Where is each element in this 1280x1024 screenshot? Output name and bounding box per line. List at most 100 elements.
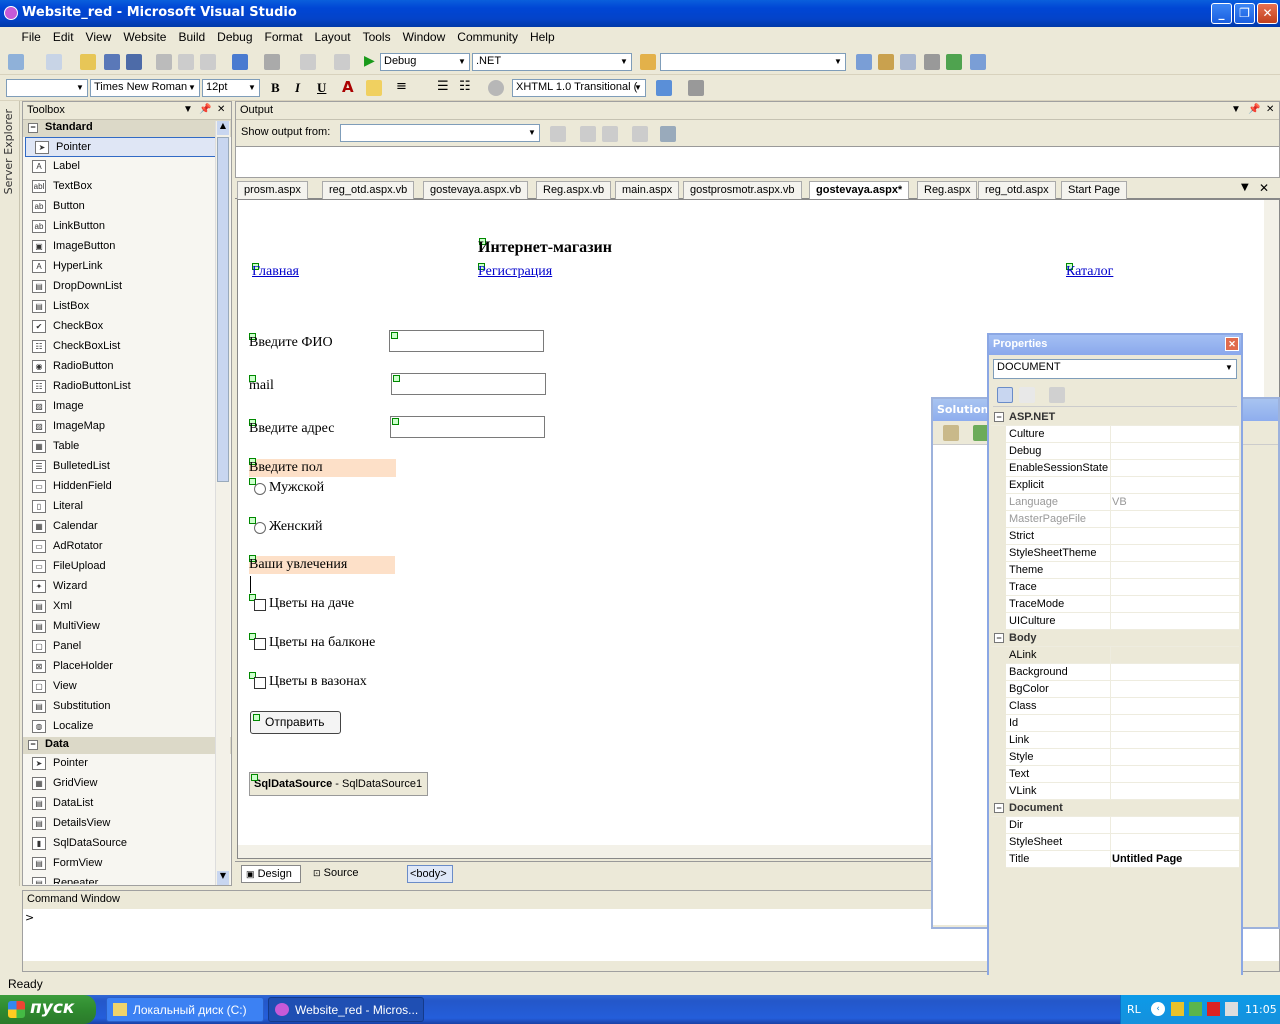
back-color-icon[interactable] <box>366 80 382 96</box>
link-catalog[interactable]: Каталог <box>1066 264 1113 280</box>
clear-all-icon[interactable] <box>632 126 648 142</box>
toolbox-section-standard[interactable]: − Standard <box>23 120 231 137</box>
block-format-select[interactable]: ▼ <box>6 79 88 97</box>
doc-tab-8[interactable]: reg_otd.aspx <box>978 181 1056 199</box>
toolbox-item-sqldatasource[interactable]: ▮ SqlDataSource <box>23 834 231 854</box>
design-view-tab[interactable]: ▣ Design <box>241 865 301 883</box>
toolbox-item-xml[interactable]: ▤ Xml <box>23 597 231 617</box>
toolbox-item-repeater[interactable]: ▤ Repeater <box>23 874 231 884</box>
language-indicator[interactable]: RL <box>1127 1003 1141 1016</box>
add-item-icon[interactable] <box>46 54 62 70</box>
sqldatasource-control[interactable]: SqlDataSource - SqlDataSource1 <box>249 772 428 796</box>
toolbox-item-datalist[interactable]: ▤ DataList <box>23 794 231 814</box>
menu-edit[interactable]: Edit <box>47 27 80 44</box>
show-all-files-icon[interactable] <box>943 425 959 441</box>
menu-format[interactable]: Format <box>259 27 309 44</box>
numbering-icon[interactable]: ☷ <box>459 79 471 94</box>
toolbox-item-wizard[interactable]: ✦ Wizard <box>23 577 231 597</box>
link-icon[interactable] <box>488 80 504 96</box>
bullets-icon[interactable]: ☰ <box>437 79 449 94</box>
menu-community[interactable]: Community <box>451 27 524 44</box>
categorized-icon[interactable] <box>997 387 1013 403</box>
word-wrap-icon[interactable] <box>660 126 676 142</box>
toolbox-icon[interactable] <box>924 54 940 70</box>
toolbox-item-label[interactable]: A Label <box>23 157 231 177</box>
maximize-button[interactable]: ❐ <box>1234 3 1255 24</box>
doc-tab-3[interactable]: Reg.aspx.vb <box>536 181 612 199</box>
prop-row-stylesheet[interactable]: StyleSheet <box>991 834 1239 851</box>
doc-tab-7[interactable]: Reg.aspx <box>917 181 978 199</box>
taskbar-explorer[interactable]: Локальный диск (C:) <box>106 997 264 1022</box>
collapse-icon[interactable]: − <box>994 412 1004 422</box>
toolbox-item-view[interactable]: ▢ View <box>23 677 231 697</box>
prop-row-culture[interactable]: Culture <box>991 426 1239 443</box>
platform-select[interactable]: .NET ▼ <box>472 53 632 71</box>
prop-category-aspnet[interactable]: − ASP.NET <box>991 409 1239 426</box>
menu-layout[interactable]: Layout <box>309 27 357 44</box>
solution-explorer-icon[interactable] <box>856 54 872 70</box>
doc-tab-2[interactable]: gostevaya.aspx.vb <box>423 181 529 199</box>
prop-row-background[interactable]: Background <box>991 664 1239 681</box>
radio-male[interactable] <box>254 483 266 495</box>
open-file-icon[interactable] <box>80 54 96 70</box>
go-to-line-icon[interactable] <box>550 126 566 142</box>
font-size-select[interactable]: 12pt ▼ <box>202 79 260 97</box>
doc-tab-6[interactable]: gostevaya.aspx* <box>809 181 910 200</box>
toolbox-item-radiobutton[interactable]: ◉ RadioButton <box>23 357 231 377</box>
menu-tools[interactable]: Tools <box>357 27 397 44</box>
doc-tab-9[interactable]: Start Page <box>1061 181 1127 199</box>
antivirus-icon[interactable] <box>1207 1002 1220 1016</box>
toolbox-item-imagemap[interactable]: ▨ ImageMap <box>23 417 231 437</box>
prop-row-alink[interactable]: ALink <box>991 647 1239 664</box>
collapse-icon[interactable]: − <box>28 123 38 133</box>
menu-build[interactable]: Build <box>172 27 211 44</box>
toolbox-item-detailsview[interactable]: ▤ DetailsView <box>23 814 231 834</box>
prop-row-stylesheettheme[interactable]: StyleSheetTheme <box>991 545 1239 562</box>
prop-row-id[interactable]: Id <box>991 715 1239 732</box>
toolbox-item-localize[interactable]: ◍ Localize <box>23 717 231 737</box>
radio-female[interactable] <box>254 522 266 534</box>
design-vscrollbar[interactable] <box>1264 200 1279 400</box>
tag-navigator-body[interactable]: <body> <box>407 865 453 883</box>
server-explorer-tab[interactable]: Server Explorer <box>0 101 20 886</box>
minimize-button[interactable]: _ <box>1211 3 1232 24</box>
prop-category-document[interactable]: − Document <box>991 800 1239 817</box>
prop-row-class[interactable]: Class <box>991 698 1239 715</box>
toolbox-item-literal[interactable]: ▯ Literal <box>23 497 231 517</box>
config-select[interactable]: Debug ▼ <box>380 53 470 71</box>
options-icon[interactable] <box>688 80 704 96</box>
output-source-select[interactable]: ▼ <box>340 124 540 142</box>
cut-icon[interactable] <box>156 54 172 70</box>
toolbox-item-textbox[interactable]: abl TextBox <box>23 177 231 197</box>
prop-row-enablesessionstate[interactable]: EnableSessionState <box>991 460 1239 477</box>
toolbox-item-substitution[interactable]: ▤ Substitution <box>23 697 231 717</box>
prop-row-uiculture[interactable]: UICulture <box>991 613 1239 630</box>
prop-row-link[interactable]: Link <box>991 732 1239 749</box>
toolbox-item-calendar[interactable]: ▦ Calendar <box>23 517 231 537</box>
prop-category-body[interactable]: − Body <box>991 630 1239 647</box>
menu-view[interactable]: View <box>80 27 118 44</box>
menu-debug[interactable]: Debug <box>211 27 258 44</box>
solution-tree[interactable] <box>933 445 993 925</box>
prop-row-style[interactable]: Style <box>991 749 1239 766</box>
bold-button[interactable]: B <box>271 80 280 96</box>
checkbox-dacha[interactable] <box>254 599 266 611</box>
mail-input[interactable] <box>391 373 546 395</box>
font-family-select[interactable]: Times New Roman ▼ <box>90 79 200 97</box>
save-icon[interactable] <box>104 54 120 70</box>
start-button[interactable]: пуск <box>0 995 96 1024</box>
collapse-icon[interactable]: − <box>28 740 38 750</box>
toolbox-item-imagebutton[interactable]: ▣ ImageButton <box>23 237 231 257</box>
tray-expand-icon[interactable]: ‹ <box>1151 1002 1165 1016</box>
prop-row-text[interactable]: Text <box>991 766 1239 783</box>
collapse-icon[interactable]: − <box>994 803 1004 813</box>
toolbox-item-hiddenfield[interactable]: ▭ HiddenField <box>23 477 231 497</box>
toolbox-item-dropdownlist[interactable]: ▤ DropDownList <box>23 277 231 297</box>
navigate-forward-icon[interactable] <box>334 54 350 70</box>
prop-row-theme[interactable]: Theme <box>991 562 1239 579</box>
close-doc-icon[interactable]: ✕ <box>1259 181 1269 195</box>
dropdown-icon[interactable]: ▼ <box>1231 104 1241 115</box>
command-window-icon[interactable] <box>970 54 986 70</box>
toolbox-item-radiobuttonlist[interactable]: ☷ RadioButtonList <box>23 377 231 397</box>
toolbox-item-pointer[interactable]: ➤ Pointer <box>25 137 229 157</box>
